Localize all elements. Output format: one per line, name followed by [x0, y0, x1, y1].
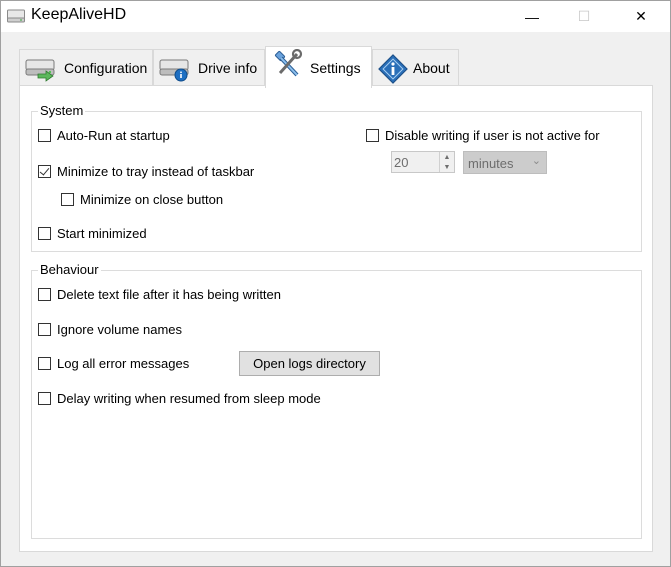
inactive-minutes-spinner[interactable]: 20 ▲ ▼	[391, 151, 455, 173]
checkbox-box	[38, 129, 51, 142]
maximize-button[interactable]: ☐	[561, 1, 607, 32]
checkbox-box	[38, 165, 51, 178]
tab-label: Drive info	[198, 59, 258, 76]
tab-label: Settings	[310, 59, 361, 76]
log-error-messages-checkbox[interactable]: Log all error messages	[38, 356, 189, 371]
open-logs-directory-button[interactable]: Open logs directory	[239, 351, 380, 376]
checkbox-box	[61, 193, 74, 206]
minimize-button[interactable]: —	[509, 1, 555, 32]
disable-writing-checkbox[interactable]: Disable writing if user is not active fo…	[366, 128, 600, 143]
delete-text-file-checkbox[interactable]: Delete text file after it has being writ…	[38, 287, 281, 302]
tab-label: About	[413, 59, 450, 76]
checkbox-label: Minimize on close button	[80, 192, 224, 207]
minimize-to-tray-checkbox[interactable]: Minimize to tray instead of taskbar	[38, 164, 254, 179]
close-icon: ✕	[635, 8, 647, 24]
checkbox-box	[38, 288, 51, 301]
tab-settings[interactable]: Settings	[265, 46, 372, 88]
tab-configuration[interactable]: Configuration	[19, 49, 153, 85]
auto-run-checkbox[interactable]: Auto-Run at startup	[38, 128, 170, 143]
checkbox-box	[38, 323, 51, 336]
tab-label: Configuration	[64, 59, 148, 76]
dropdown-value: minutes	[468, 156, 514, 171]
spinner-down-icon[interactable]: ▼	[439, 162, 454, 172]
app-window: KeepAliveHD — ☐ ✕ Configuration Drive in…	[0, 0, 671, 567]
start-minimized-checkbox[interactable]: Start minimized	[38, 226, 147, 241]
spinner-up-icon[interactable]: ▲	[439, 152, 454, 162]
checkbox-box	[366, 129, 379, 142]
title-bar: KeepAliveHD — ☐ ✕	[1, 1, 670, 32]
tab-about[interactable]: About	[372, 49, 459, 85]
behaviour-group-title: Behaviour	[38, 262, 101, 277]
chevron-down-icon: ⌄	[531, 155, 541, 167]
minimize-icon: —	[525, 8, 539, 25]
checkbox-label: Delete text file after it has being writ…	[57, 287, 282, 302]
tools-icon	[274, 49, 303, 77]
button-label: Open logs directory	[253, 356, 366, 371]
checkbox-label: Log all error messages	[57, 356, 190, 371]
checkbox-box	[38, 392, 51, 405]
settings-panel: System Auto-Run at startup Minimize to t…	[19, 85, 653, 552]
window-title: KeepAliveHD	[31, 6, 127, 23]
drive-info-icon	[159, 59, 189, 82]
system-group-title: System	[38, 103, 86, 118]
checkbox-label: Auto-Run at startup	[57, 128, 170, 143]
checkbox-box	[38, 227, 51, 240]
hard-drive-icon	[7, 9, 25, 23]
tab-drive-info[interactable]: Drive info	[153, 49, 265, 85]
checkbox-label: Minimize to tray instead of taskbar	[57, 164, 255, 179]
drive-config-icon	[25, 59, 55, 82]
close-button[interactable]: ✕	[618, 1, 664, 32]
about-info-icon	[378, 54, 408, 84]
inactive-unit-dropdown[interactable]: minutes ⌄	[463, 151, 547, 174]
delay-writing-checkbox[interactable]: Delay writing when resumed from sleep mo…	[38, 391, 321, 406]
ignore-volume-names-checkbox[interactable]: Ignore volume names	[38, 322, 182, 337]
minimize-on-close-checkbox[interactable]: Minimize on close button	[61, 192, 223, 207]
checkbox-label: Ignore volume names	[57, 322, 183, 337]
maximize-icon: ☐	[577, 8, 591, 24]
checkbox-label: Start minimized	[57, 226, 147, 241]
spinner-value: 20	[394, 155, 409, 170]
checkbox-box	[38, 357, 51, 370]
checkbox-label: Delay writing when resumed from sleep mo…	[57, 391, 321, 406]
checkbox-label: Disable writing if user is not active fo…	[385, 128, 600, 143]
